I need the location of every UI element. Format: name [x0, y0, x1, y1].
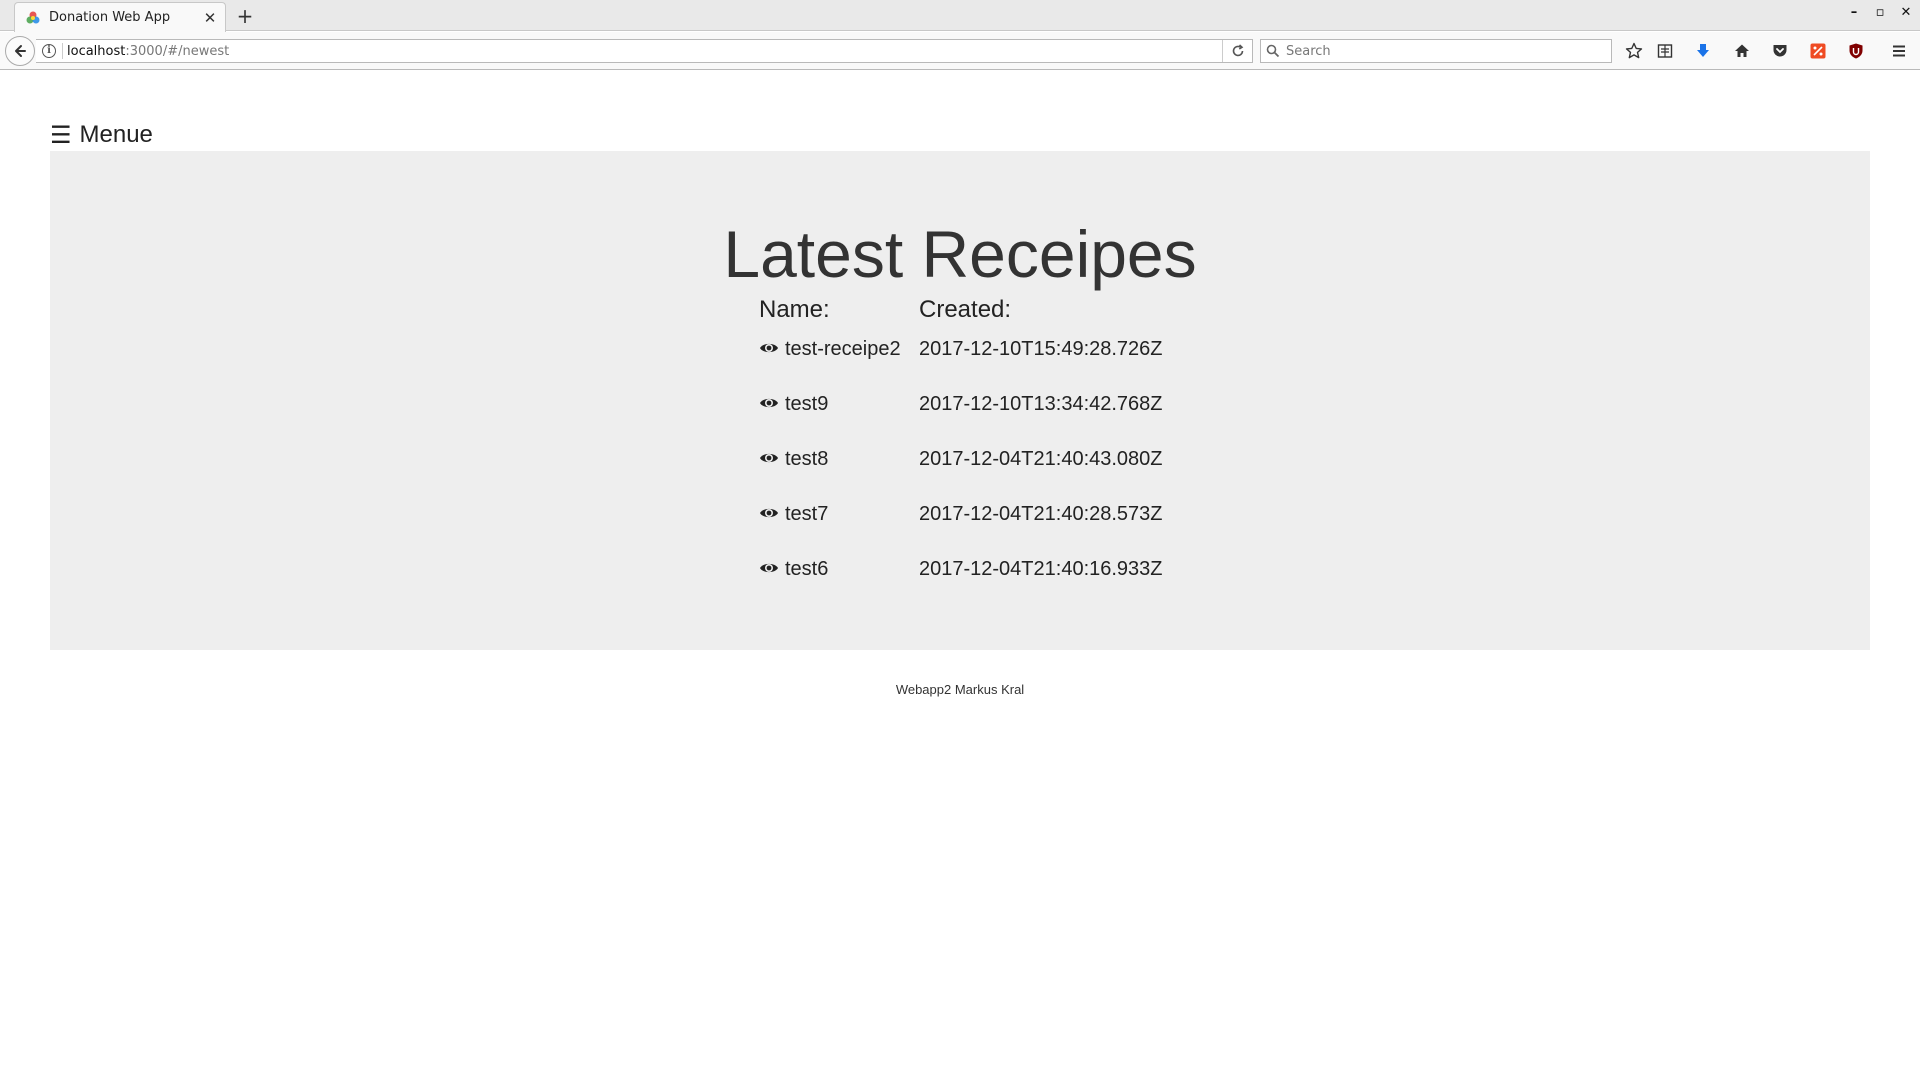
browser-tab-bar: Donation Web App ✕ + – ▫ ✕	[0, 0, 1920, 32]
app-favicon-icon	[25, 10, 41, 26]
receipe-name: test9	[785, 393, 829, 415]
receipe-name: test-receipe2	[785, 338, 901, 360]
bookmark-star-icon[interactable]	[1623, 40, 1645, 62]
url-path: :3000/#/newest	[125, 43, 230, 59]
receipe-name: test6	[785, 558, 829, 580]
downloads-icon[interactable]	[1692, 40, 1714, 62]
table-row: test9 2017-12-10T13:34:42.768Z	[759, 393, 1209, 423]
url-divider	[62, 43, 63, 59]
eye-icon	[760, 563, 778, 573]
receipe-created: 2017-12-04T21:40:43.080Z	[919, 448, 1163, 470]
table-row: test7 2017-12-04T21:40:28.573Z	[759, 503, 1209, 533]
column-header-created: Created:	[919, 296, 1012, 323]
menu-hamburger-icon: ☰	[50, 121, 72, 149]
search-icon	[1266, 44, 1280, 58]
tab-close-icon[interactable]: ✕	[199, 7, 221, 29]
eye-icon	[760, 398, 778, 408]
page-title: Latest Receipes	[723, 217, 1197, 291]
receipe-created: 2017-12-04T21:40:28.573Z	[919, 503, 1163, 525]
new-tab-button[interactable]: +	[233, 4, 257, 28]
search-input[interactable]	[1286, 43, 1606, 59]
restore-window-button[interactable]: ▫	[1869, 2, 1891, 22]
reload-button[interactable]	[1222, 40, 1252, 62]
eye-icon	[760, 453, 778, 463]
hamburger-menu-icon[interactable]	[1888, 40, 1910, 62]
table-row: test8 2017-12-04T21:40:43.080Z	[759, 448, 1209, 478]
pocket-icon[interactable]	[1769, 40, 1791, 62]
table-row: test-receipe2 2017-12-10T15:49:28.726Z	[759, 338, 1209, 368]
url-host: localhost	[67, 43, 126, 59]
back-button[interactable]	[5, 36, 35, 66]
minimize-window-button[interactable]: –	[1843, 2, 1865, 22]
menu-toggle-button[interactable]: ☰ Menue	[50, 120, 153, 150]
tab-title: Donation Web App	[49, 10, 171, 25]
shopping-addon-icon[interactable]	[1807, 40, 1829, 62]
back-arrow-icon	[15, 45, 26, 57]
view-receipe-link[interactable]: test6	[759, 558, 828, 581]
search-bar[interactable]	[1260, 39, 1612, 63]
view-receipe-link[interactable]: test-receipe2	[759, 338, 901, 361]
receipe-created: 2017-12-04T21:40:16.933Z	[919, 558, 1163, 580]
receipe-created: 2017-12-10T15:49:28.726Z	[919, 338, 1163, 360]
receipe-name: test8	[785, 448, 829, 470]
view-receipe-link[interactable]: test8	[759, 448, 828, 471]
url-bar[interactable]: i localhost :3000/#/newest	[36, 39, 1253, 63]
receipe-name: test7	[785, 503, 829, 525]
eye-icon	[760, 508, 778, 518]
eye-icon	[760, 343, 778, 353]
close-window-button[interactable]: ✕	[1895, 2, 1917, 22]
view-receipe-link[interactable]: test9	[759, 393, 828, 416]
menu-toggle-label: Menue	[79, 121, 153, 148]
home-icon[interactable]	[1731, 40, 1753, 62]
ublock-icon[interactable]	[1845, 40, 1867, 62]
receipe-created: 2017-12-10T13:34:42.768Z	[919, 393, 1163, 415]
site-info-icon[interactable]: i	[42, 44, 56, 58]
reading-list-icon[interactable]	[1654, 40, 1676, 62]
view-receipe-link[interactable]: test7	[759, 503, 828, 526]
column-header-name: Name:	[759, 296, 830, 323]
footer-credit: Webapp2 Markus Kral	[895, 682, 1025, 697]
table-row: test6 2017-12-04T21:40:16.933Z	[759, 558, 1209, 588]
browser-nav-bar: i localhost :3000/#/newest	[0, 32, 1920, 70]
reload-icon	[1232, 44, 1243, 57]
browser-tab[interactable]: Donation Web App ✕	[14, 2, 226, 32]
receipes-panel: Latest Receipes Name: Created: test-rece…	[50, 151, 1870, 650]
